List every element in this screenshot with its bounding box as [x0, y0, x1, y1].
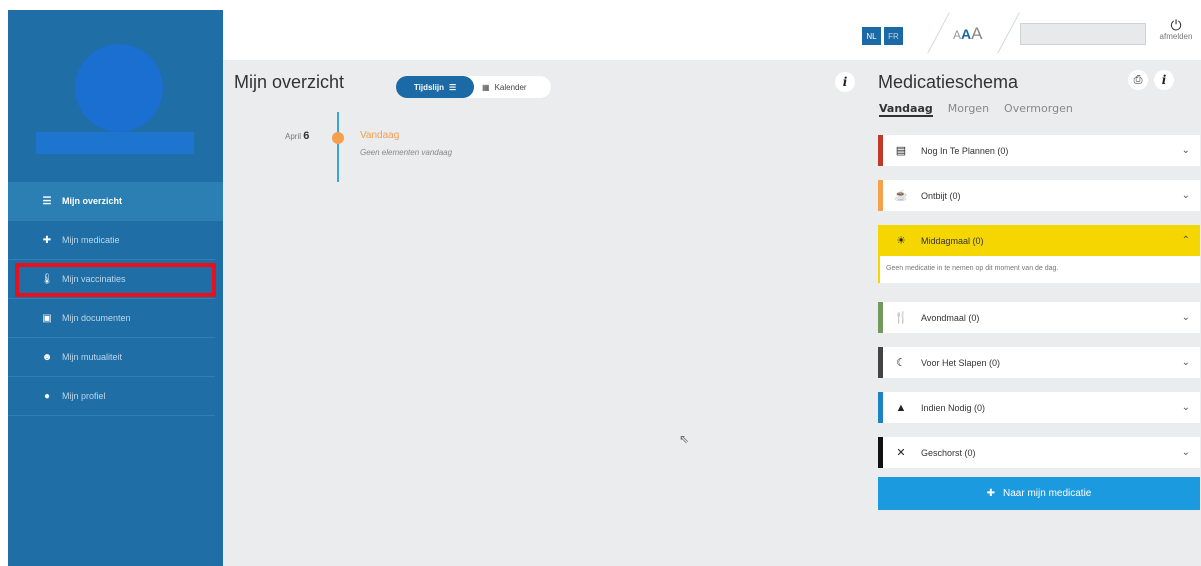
sidebar: ☰ Mijn overzicht ✚ Mijn medicatie 🌡 Mijn…: [8, 10, 223, 566]
font-large-button[interactable]: A: [971, 24, 982, 43]
section-middagmaal[interactable]: ☀ Middagmaal (0) ⌃: [878, 225, 1200, 256]
list-box-icon: ▤: [895, 145, 907, 157]
user-name-bar: [36, 132, 194, 154]
document-icon: ▣: [42, 312, 52, 324]
list-icon: ☰: [448, 82, 457, 92]
font-size-controls: AAA: [953, 24, 982, 44]
tab-calendar[interactable]: ▦ Kalender: [474, 76, 535, 98]
section-nog-in-te-plannen[interactable]: ▤ Nog In Te Plannen (0) ⌄: [878, 135, 1200, 166]
chevron-down-icon: ⌄: [1181, 447, 1190, 458]
sidebar-item-mijn-documenten[interactable]: ▣ Mijn documenten: [8, 299, 215, 338]
timeline-title: Vandaag: [360, 130, 400, 141]
tab-calendar-label: Kalender: [494, 82, 527, 92]
logout-label: afmelden: [1159, 32, 1193, 41]
section-voor-het-slapen[interactable]: ☾ Voor Het Slapen (0) ⌄: [878, 347, 1200, 378]
naar-mijn-medicatie-button[interactable]: ✚ Naar mijn medicatie: [878, 477, 1200, 510]
day-tabs: Vandaag Morgen Overmorgen: [879, 102, 1073, 117]
sidebar-item-label: Mijn medicatie: [62, 235, 120, 245]
info-icon[interactable]: i: [835, 72, 855, 92]
tab-timeline[interactable]: Tijdslijn ☰: [396, 76, 474, 98]
section-label: Middagmaal (0): [921, 235, 984, 246]
coffee-icon: ☕: [894, 190, 908, 202]
moon-icon: ☾: [896, 357, 906, 369]
sidebar-item-label: Mijn overzicht: [62, 196, 123, 206]
tab-overmorgen[interactable]: Overmorgen: [1004, 102, 1073, 117]
lang-fr-button[interactable]: FR: [884, 27, 903, 45]
chevron-down-icon: ⌄: [1181, 312, 1190, 323]
timeline-dot: [332, 132, 344, 144]
section-label: Nog In Te Plannen (0): [921, 145, 1009, 156]
sun-icon: ☀: [896, 235, 906, 247]
list-icon: ☰: [42, 195, 52, 207]
mouse-cursor-icon: ⇖: [679, 432, 690, 446]
section-ontbijt[interactable]: ☕ Ontbijt (0) ⌄: [878, 180, 1200, 211]
chevron-up-icon: ⌃: [1181, 235, 1190, 246]
chevron-down-icon: ⌄: [1181, 145, 1190, 156]
cutlery-icon: 🍴: [894, 312, 908, 324]
overview-panel: Mijn overzicht Tijdslijn ☰ ▦ Kalender i …: [223, 60, 866, 566]
section-label: Ontbijt (0): [921, 190, 961, 201]
chevron-down-icon: ⌄: [1181, 357, 1190, 368]
section-label: Geschorst (0): [921, 447, 976, 458]
user-icon: ●: [43, 390, 51, 402]
chevron-down-icon: ⌄: [1181, 190, 1190, 201]
section-geschorst[interactable]: ✕ Geschorst (0) ⌄: [878, 437, 1200, 468]
sidebar-item-label: Mijn profiel: [62, 391, 106, 401]
sidebar-item-label: Mijn mutualiteit: [62, 352, 123, 362]
sidebar-item-label: Mijn documenten: [62, 313, 131, 323]
tab-vandaag[interactable]: Vandaag: [879, 102, 933, 117]
section-indien-nodig[interactable]: ▲ Indien Nodig (0) ⌄: [878, 392, 1200, 423]
search-input[interactable]: [1020, 23, 1146, 45]
cta-label: Naar mijn medicatie: [1003, 488, 1092, 499]
x-icon: ✕: [896, 447, 906, 459]
timeline-date: April 6: [285, 130, 309, 142]
chevron-down-icon: ⌄: [1181, 402, 1190, 413]
sidebar-item-mijn-mutualiteit[interactable]: ☻ Mijn mutualiteit: [8, 338, 215, 377]
font-medium-button[interactable]: A: [961, 26, 971, 42]
page-title: Mijn overzicht: [234, 72, 345, 92]
hand-user-icon: ☻: [41, 351, 53, 363]
info-icon[interactable]: i: [1154, 70, 1174, 90]
timeline-day: 6: [303, 130, 310, 142]
power-icon: ⏻: [1170, 17, 1182, 33]
view-toggle: Tijdslijn ☰ ▦ Kalender: [396, 76, 551, 98]
print-icon[interactable]: ⎙: [1128, 70, 1148, 90]
section-middagmaal-body: Geen medicatie in te nemen op dit moment…: [878, 256, 1200, 283]
tab-morgen[interactable]: Morgen: [948, 102, 989, 117]
section-label: Avondmaal (0): [921, 312, 980, 323]
highlight-box: [15, 263, 216, 297]
sidebar-item-mijn-overzicht[interactable]: ☰ Mijn overzicht: [8, 182, 223, 221]
timeline-month: April: [285, 132, 302, 141]
timeline-line: [337, 112, 339, 182]
divider: [927, 12, 950, 54]
tab-timeline-label: Tijdslijn: [413, 82, 444, 92]
section-label: Indien Nodig (0): [921, 402, 986, 413]
schedule-title: Medicatieschema: [878, 72, 1019, 92]
medication-schedule-panel: Medicatieschema ⎙ i Vandaag Morgen Overm…: [866, 60, 1201, 566]
warning-icon: ▲: [895, 401, 907, 414]
sidebar-item-mijn-medicatie[interactable]: ✚ Mijn medicatie: [8, 221, 215, 260]
sidebar-item-mijn-profiel[interactable]: ● Mijn profiel: [8, 377, 215, 416]
sidebar-nav: ☰ Mijn overzicht ✚ Mijn medicatie 🌡 Mijn…: [8, 182, 223, 416]
section-avondmaal[interactable]: 🍴 Avondmaal (0) ⌄: [878, 302, 1200, 333]
logout-button[interactable]: ⏻ afmelden: [1156, 18, 1196, 41]
divider: [997, 12, 1020, 54]
top-bar: NL FR AAA ⏻ afmelden: [223, 10, 1201, 60]
calendar-icon: ▦: [482, 82, 490, 92]
medical-kit-icon: ✚: [42, 234, 52, 246]
font-small-button[interactable]: A: [953, 28, 961, 42]
avatar[interactable]: [75, 44, 163, 132]
timeline-subtitle: Geen elementen vandaag: [360, 148, 453, 157]
lang-nl-button[interactable]: NL: [862, 27, 881, 45]
medical-kit-icon: ✚: [986, 488, 995, 499]
section-label: Voor Het Slapen (0): [921, 357, 1001, 368]
